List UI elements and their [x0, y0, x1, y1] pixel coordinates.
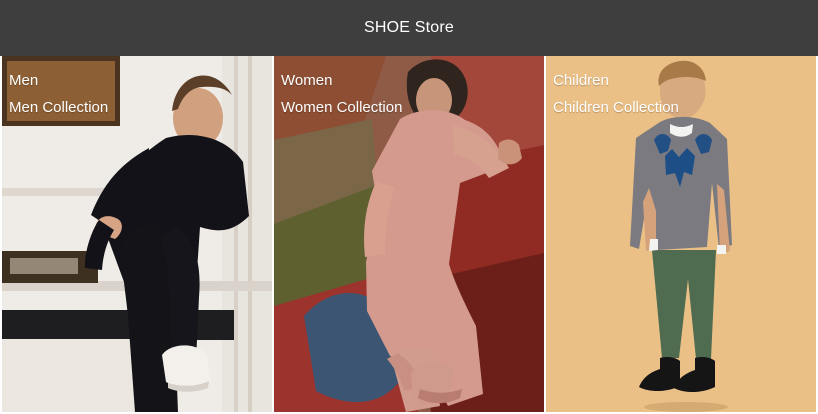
- category-card-children[interactable]: Children Children Collection: [546, 56, 816, 412]
- top-header: SHOE Store: [0, 0, 818, 56]
- men-category-label: Men: [9, 72, 39, 89]
- women-collection-link[interactable]: Women Collection: [281, 94, 402, 121]
- category-panels: Men Men Collection Women Women Collectio…: [2, 56, 816, 412]
- women-category-label: Women: [281, 72, 333, 89]
- men-category-text: Men Men Collection: [9, 67, 108, 121]
- children-category-text: Children Children Collection: [553, 67, 679, 121]
- shoe-store-page: SHOE Store Men Men Collection Women Wome…: [0, 0, 818, 414]
- children-collection-link[interactable]: Children Collection: [553, 94, 679, 121]
- category-card-men[interactable]: Men Men Collection: [2, 56, 272, 412]
- women-category-text: Women Women Collection: [281, 67, 402, 121]
- page-title: SHOE Store: [363, 19, 455, 36]
- category-card-women[interactable]: Women Women Collection: [274, 56, 544, 412]
- children-category-label: Children: [553, 72, 609, 89]
- men-collection-link[interactable]: Men Collection: [9, 94, 108, 121]
